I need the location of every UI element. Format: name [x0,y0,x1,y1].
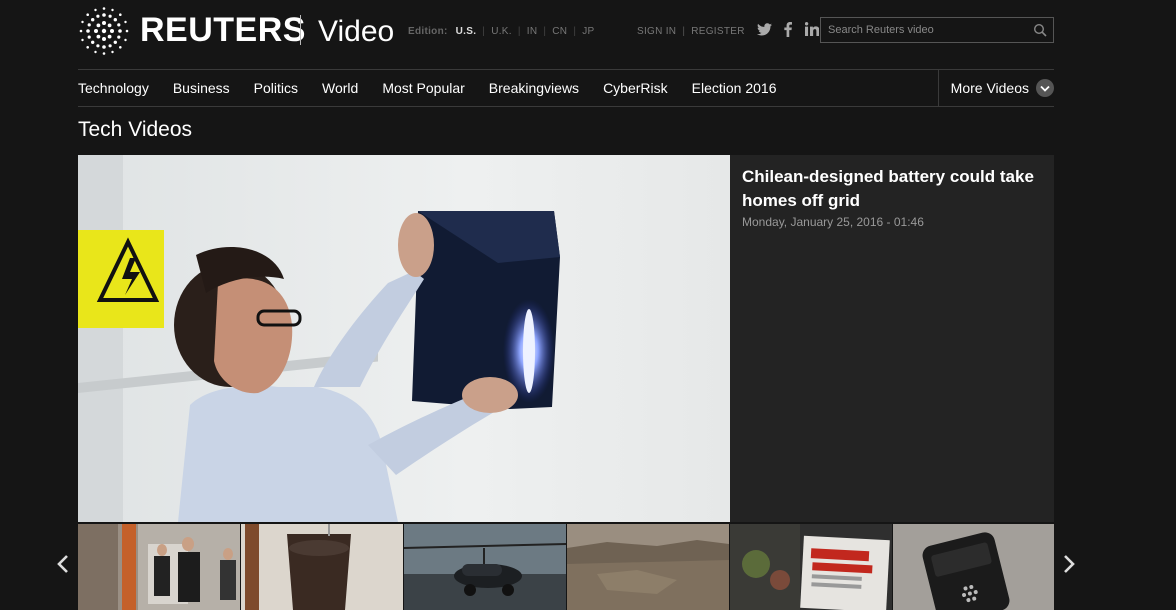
page-title: Tech Videos [78,118,193,141]
nav-item-business[interactable]: Business [173,70,230,106]
reuters-logo[interactable] [78,7,130,55]
edition-cn[interactable]: CN [552,26,567,37]
edition-jp[interactable]: JP [582,26,594,37]
nav-item-technology[interactable]: Technology [78,70,149,106]
edition-separator: | [573,26,577,37]
brand-divider [300,15,301,45]
featured-video: Chilean-designed battery could take home… [78,155,1054,522]
chevron-down-icon [1036,79,1054,97]
edition-in[interactable]: IN [527,26,538,37]
auth-links: SIGN IN | REGISTER [637,26,745,37]
thumbnail-anti-bullying-newspaper[interactable] [730,524,892,610]
nav-item-cyberrisk[interactable]: CyberRisk [603,70,668,106]
section-name[interactable]: Video [318,12,394,52]
search-box [820,17,1054,43]
edition-separator: | [482,26,486,37]
sign-in-link[interactable]: SIGN IN [637,26,676,37]
video-frame-image [78,155,730,522]
auth-separator: | [682,26,686,37]
nav-item-breakingviews[interactable]: Breakingviews [489,70,579,106]
brand-name[interactable]: REUTERS [140,10,306,50]
main-nav: Technology Business Politics World Most … [78,69,1054,107]
nav-item-most-popular[interactable]: Most Popular [382,70,464,106]
search-icon[interactable] [1033,23,1047,37]
edition-label: Edition: [408,26,448,37]
linkedin-icon[interactable] [804,21,820,37]
edition-separator: | [543,26,547,37]
nav-item-election-2016[interactable]: Election 2016 [692,70,777,106]
thumbnail-blackberry-phone[interactable] [893,524,1054,610]
edition-selector: Edition: U.S. | U.K. | IN | CN | JP [408,26,595,37]
nav-item-world[interactable]: World [322,70,358,106]
search-input[interactable] [821,18,1027,42]
featured-headline[interactable]: Chilean-designed battery could take home… [742,165,1042,213]
more-videos-label: More Videos [950,80,1029,96]
register-link[interactable]: REGISTER [691,26,745,37]
edition-uk[interactable]: U.K. [491,26,512,37]
thumbnail-desert-landscape[interactable] [567,524,729,610]
chevron-left-icon[interactable] [56,553,70,575]
featured-info-panel: Chilean-designed battery could take home… [730,155,1054,522]
twitter-icon[interactable] [756,21,772,37]
featured-date: Monday, January 25, 2016 - 01:46 [742,215,924,229]
edition-us[interactable]: U.S. [456,26,477,37]
facebook-icon[interactable] [780,21,796,37]
edition-separator: | [517,26,521,37]
social-links [756,21,820,37]
thumbnail-office-walk[interactable] [78,524,240,610]
video-player[interactable] [78,155,730,522]
site-header: REUTERS Video Edition: U.S. | U.K. | IN … [78,0,1054,68]
more-videos-button[interactable]: More Videos [937,70,1054,106]
thumbnail-flying-car[interactable] [404,524,566,610]
video-carousel [78,524,1054,610]
nav-item-politics[interactable]: Politics [254,70,298,106]
thumbnail-glass-of-water[interactable] [241,524,403,610]
chevron-right-icon[interactable] [1062,553,1076,575]
